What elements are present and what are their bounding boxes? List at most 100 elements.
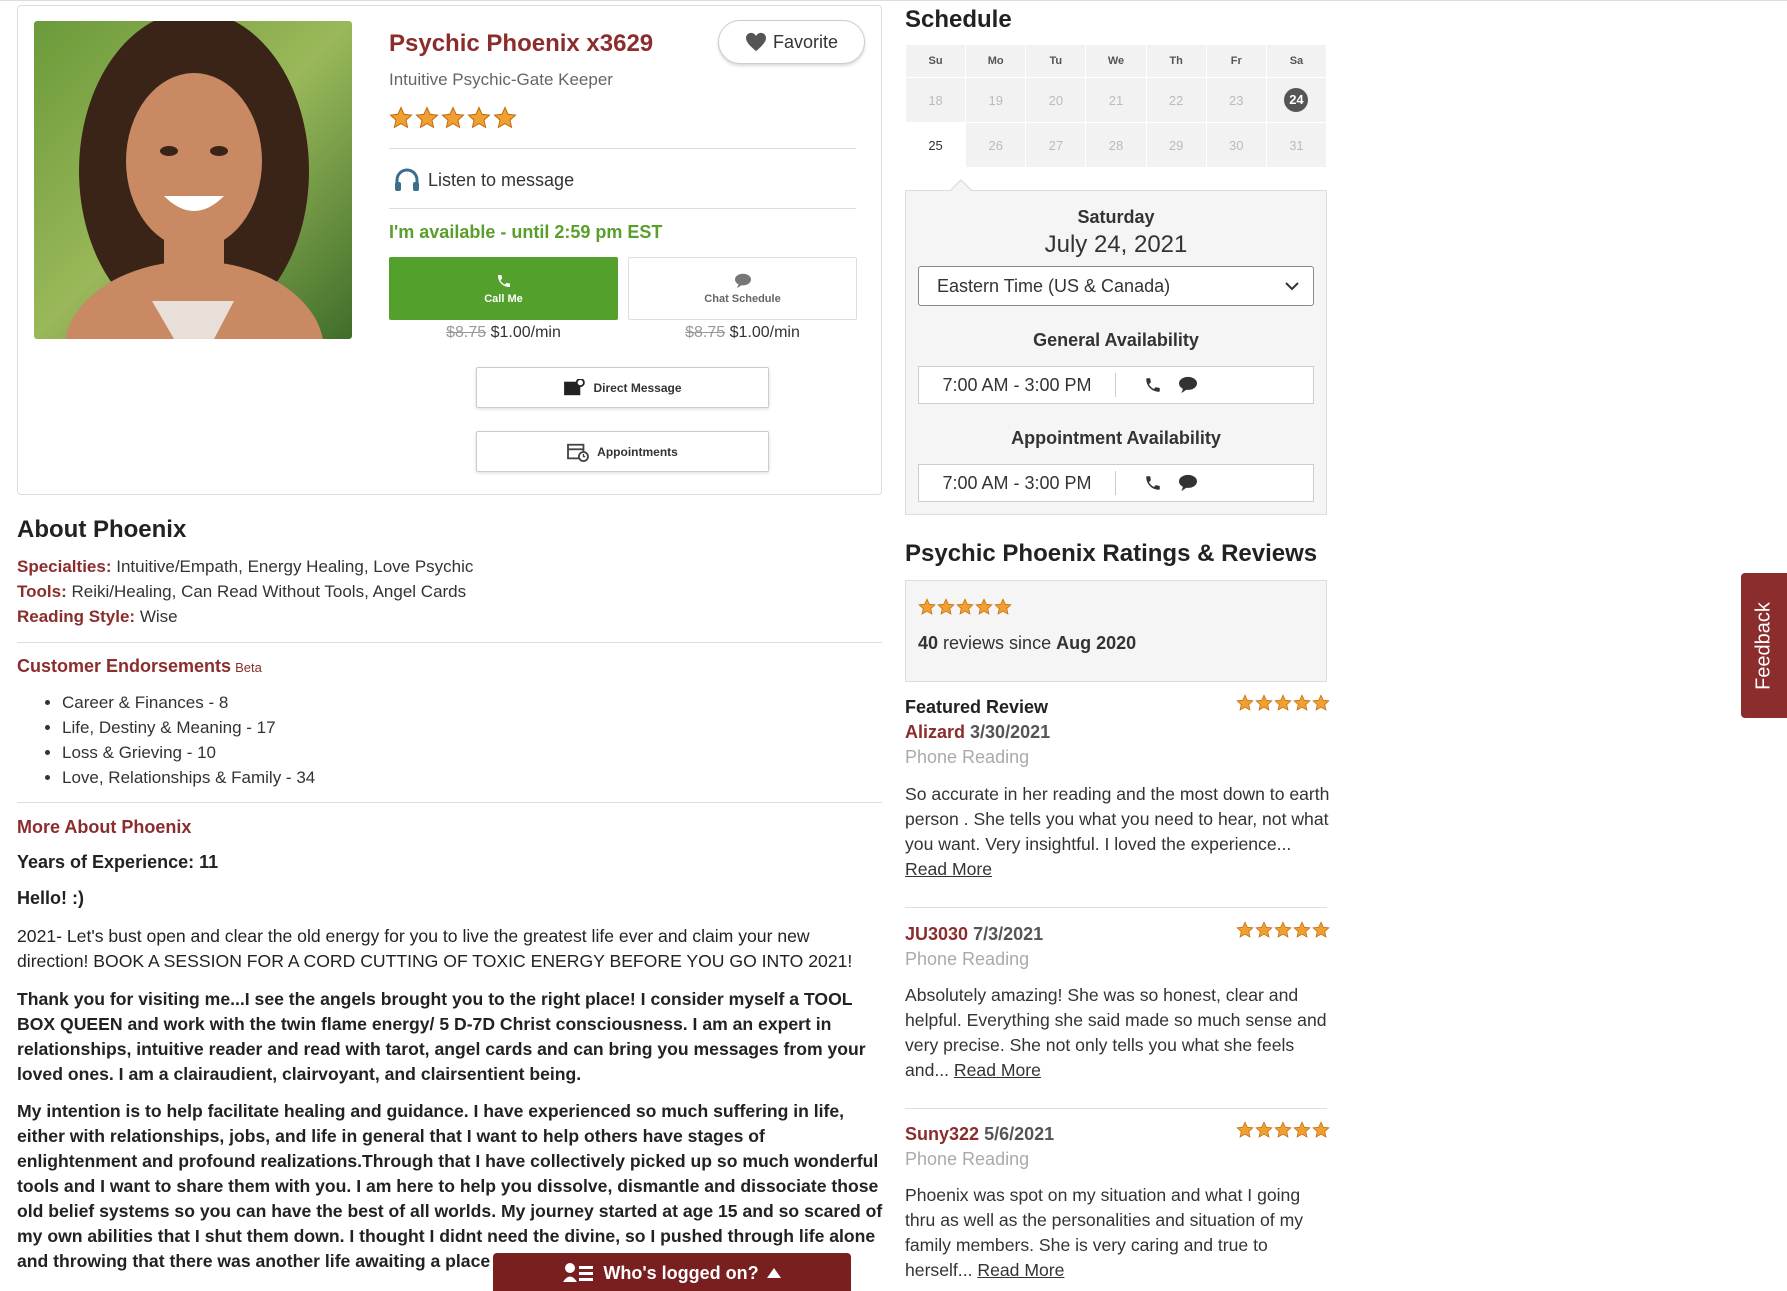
calendar-day: 20 <box>1025 77 1087 123</box>
rating-summary-stars <box>918 598 1013 616</box>
message-icon <box>564 378 586 395</box>
years-experience: Years of Experience: 11 <box>17 852 219 872</box>
slot-time: 7:00 AM - 3:00 PM <box>919 373 1116 397</box>
calendar-day: 31 <box>1265 122 1328 168</box>
chat-bubble-icon <box>1179 376 1197 394</box>
star-icon <box>1293 694 1311 711</box>
list-item: Love, Relationships & Family - 34 <box>62 765 315 790</box>
review-stars <box>1236 1121 1331 1139</box>
divider <box>389 148 856 149</box>
rating-stars <box>389 106 519 130</box>
tools-line: Tools: Reiki/Healing, Can Read Without T… <box>17 582 467 601</box>
day-header: We <box>1085 44 1147 78</box>
calendar-day: 26 <box>965 122 1027 168</box>
slot-time: 7:00 AM - 3:00 PM <box>919 471 1116 495</box>
day-header: Th <box>1145 44 1207 78</box>
calendar-day: 23 <box>1205 77 1267 123</box>
feedback-tab[interactable]: Feedback <box>1741 573 1787 718</box>
star-icon <box>1236 1121 1254 1138</box>
selected-date: July 24, 2021 <box>1044 231 1188 258</box>
star-icon <box>937 598 955 615</box>
bio-paragraph: Thank you for visiting me...I see the an… <box>17 989 866 1084</box>
review-author-line: Alizard 3/30/2021 <box>905 722 1051 742</box>
calendar-day: 27 <box>1025 122 1087 168</box>
headphones-icon <box>395 168 419 191</box>
star-icon <box>994 598 1012 615</box>
timezone-select[interactable]: Eastern Time (US & Canada) <box>918 266 1314 306</box>
timezone-value: Eastern Time (US & Canada) <box>937 275 1171 296</box>
reading-style-line: Reading Style: Wise <box>17 607 178 626</box>
calendar-day: 29 <box>1145 122 1207 168</box>
star-icon <box>415 106 439 129</box>
more-about-heading: More About Phoenix <box>17 817 192 837</box>
greeting: Hello! :) <box>17 888 84 908</box>
heart-icon <box>745 32 766 52</box>
star-icon <box>956 598 974 615</box>
day-header: Fr <box>1205 44 1267 78</box>
direct-message-label: Direct Message <box>593 380 682 395</box>
favorite-button[interactable]: Favorite <box>718 20 865 64</box>
calendar-day: 30 <box>1205 122 1267 168</box>
chat-price: $8.75 $1.00/min <box>685 324 800 341</box>
day-header: Su <box>904 44 967 78</box>
list-item: Career & Finances - 8 <box>62 690 315 715</box>
review-type: Phone Reading <box>905 949 1030 969</box>
direct-message-button[interactable]: Direct Message <box>476 367 769 408</box>
review-count: 40 reviews since Aug 2020 <box>918 633 1137 653</box>
profile-photo <box>34 21 352 339</box>
day-header: Mo <box>965 44 1027 78</box>
chat-schedule-button[interactable]: Chat Schedule <box>628 257 857 320</box>
review-stars <box>1236 694 1331 712</box>
psychic-name: Psychic Phoenix x3629 <box>389 30 654 57</box>
star-icon <box>1255 921 1273 938</box>
day-header: Sa <box>1265 44 1328 78</box>
endorsements-list: Career & Finances - 8 Life, Destiny & Me… <box>62 690 315 790</box>
calendar-day[interactable]: 25 <box>904 122 967 168</box>
calendar-day: 28 <box>1085 122 1147 168</box>
star-icon <box>493 106 517 129</box>
star-icon <box>918 598 936 615</box>
star-icon <box>1293 1121 1311 1138</box>
review-author-link[interactable]: JU3030 <box>905 924 968 944</box>
feedback-label: Feedback <box>1752 601 1775 690</box>
user-list-icon <box>563 1263 594 1282</box>
star-icon <box>1255 1121 1273 1138</box>
call-me-label: Call Me <box>484 293 523 305</box>
read-more-link[interactable]: Read More <box>977 1260 1064 1280</box>
star-icon <box>467 106 491 129</box>
divider <box>17 642 882 643</box>
review-author-line: JU3030 7/3/2021 <box>905 924 1044 944</box>
listen-to-message-link[interactable]: Listen to message <box>394 168 574 192</box>
reviews-heading: Psychic Phoenix Ratings & Reviews <box>905 540 1318 567</box>
psychic-title: Intuitive Psychic-Gate Keeper <box>389 70 613 89</box>
whos-logged-on-bar[interactable]: Who's logged on? <box>493 1253 851 1291</box>
calendar-day-selected[interactable]: 24 <box>1265 77 1328 123</box>
review-type: Phone Reading <box>905 747 1030 767</box>
review-author-link[interactable]: Alizard <box>905 722 965 742</box>
review-author-link[interactable]: Suny322 <box>905 1124 979 1144</box>
read-more-link[interactable]: Read More <box>954 1060 1041 1080</box>
star-icon <box>441 106 465 129</box>
panel-pointer <box>951 181 971 191</box>
day-header: Tu <box>1025 44 1087 78</box>
specialties-line: Specialties: Intuitive/Empath, Energy He… <box>17 557 474 576</box>
star-icon <box>975 598 993 615</box>
general-availability-heading: General Availability <box>1033 330 1199 350</box>
review-author-line: Suny322 5/6/2021 <box>905 1124 1055 1144</box>
star-icon <box>1312 694 1330 711</box>
top-divider <box>0 0 1787 1</box>
star-icon <box>1293 921 1311 938</box>
call-me-button[interactable]: Call Me <box>389 257 618 320</box>
favorite-label: Favorite <box>772 31 839 52</box>
list-item: Life, Destiny & Meaning - 17 <box>62 715 315 740</box>
star-icon <box>1274 921 1292 938</box>
star-icon <box>1274 694 1292 711</box>
read-more-link[interactable]: Read More <box>905 859 992 879</box>
phone-icon <box>1146 378 1160 392</box>
star-icon <box>1274 1121 1292 1138</box>
review-body: Absolutely amazing! She was so honest, c… <box>905 985 1327 1080</box>
appointments-button[interactable]: Appointments <box>476 431 769 472</box>
bio-paragraph: 2021- Let's bust open and clear the old … <box>17 926 853 971</box>
selected-day-badge: 24 <box>1284 88 1309 112</box>
calendar-day: 21 <box>1085 77 1147 123</box>
